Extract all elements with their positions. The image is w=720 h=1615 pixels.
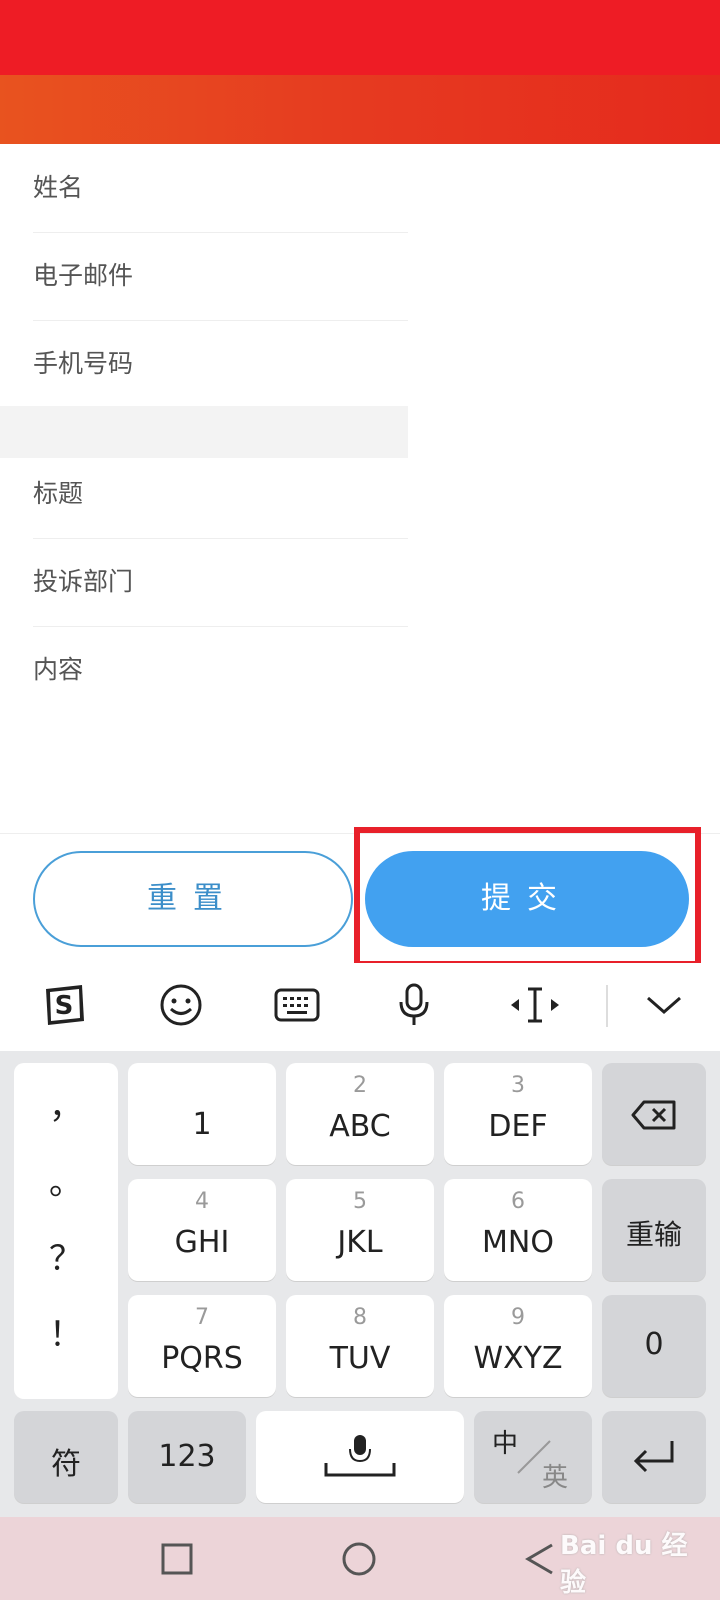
name-field[interactable]: 姓名	[33, 144, 408, 233]
key-number: 3	[511, 1073, 525, 1098]
key-number: 7	[195, 1305, 209, 1330]
key-label: PQRS	[161, 1341, 243, 1376]
retype-key[interactable]: 重输	[602, 1179, 706, 1281]
symbols-key[interactable]: 符	[14, 1411, 118, 1503]
home-icon[interactable]	[340, 1540, 378, 1578]
sogou-logo-icon[interactable]: S	[34, 975, 94, 1035]
space-key[interactable]	[256, 1411, 464, 1503]
key-4-ghi[interactable]: 4 GHI	[128, 1179, 276, 1281]
enter-icon	[633, 1441, 674, 1473]
key-6-mno[interactable]: 6 MNO	[444, 1179, 592, 1281]
key-label: ABC	[329, 1109, 391, 1144]
key-number: 2	[353, 1073, 367, 1098]
content-field[interactable]: 内容	[33, 626, 408, 796]
recent-apps-icon[interactable]	[160, 1542, 194, 1576]
emoji-icon[interactable]	[151, 975, 211, 1035]
status-bar-red	[0, 0, 720, 75]
svg-text:S: S	[55, 991, 74, 1021]
key-8-tuv[interactable]: 8 TUV	[286, 1295, 434, 1397]
key-3-def[interactable]: 3 DEF	[444, 1063, 592, 1165]
watermark-text: Bai du 经验	[560, 1531, 688, 1598]
department-field[interactable]: 投诉部门	[33, 538, 408, 627]
key-2-abc[interactable]: 2 ABC	[286, 1063, 434, 1165]
toolbar-divider	[606, 985, 608, 1027]
key-label: GHI	[174, 1225, 230, 1260]
complaint-form: 姓名 电子邮件 手机号码 标题 投诉部门 内容	[0, 144, 408, 796]
language-switch-key[interactable]: 中 英	[474, 1411, 592, 1503]
reset-button[interactable]: 重置	[33, 851, 353, 947]
microphone-icon[interactable]	[384, 975, 444, 1035]
numbers-key[interactable]: 123	[128, 1411, 246, 1503]
phone-field[interactable]: 手机号码	[33, 320, 408, 409]
key-label: JKL	[337, 1225, 383, 1260]
period-key[interactable]: 。	[14, 1155, 118, 1204]
key-label: WXYZ	[473, 1341, 563, 1376]
key-number: 8	[353, 1305, 367, 1330]
key-label: 0	[644, 1327, 664, 1362]
key-number: 4	[195, 1189, 209, 1214]
key-9-wxyz[interactable]: 9 WXYZ	[444, 1295, 592, 1397]
key-label: 1	[192, 1107, 212, 1142]
key-label: DEF	[488, 1109, 548, 1144]
key-number: 9	[511, 1305, 525, 1330]
header-bar	[0, 75, 720, 144]
key-label: MNO	[482, 1225, 554, 1260]
exclamation-key[interactable]: ！	[14, 1307, 118, 1356]
key-label: 重输	[625, 1218, 682, 1251]
enter-key[interactable]	[602, 1411, 706, 1503]
key-0[interactable]: 0	[602, 1295, 706, 1397]
baidu-watermark: Bai du 经验 jingyan.baidu.com	[560, 1525, 710, 1615]
key-1[interactable]: 1	[128, 1063, 276, 1165]
watermark-sub: jingyan.baidu.com	[560, 1601, 671, 1615]
title-field[interactable]: 标题	[33, 450, 408, 539]
comma-key[interactable]: ，	[14, 1079, 118, 1128]
highlight-box	[354, 827, 701, 967]
back-icon[interactable]	[522, 1541, 558, 1577]
key-7-pqrs[interactable]: 7 PQRS	[128, 1295, 276, 1397]
key-label: 符	[51, 1447, 81, 1482]
section-divider	[0, 406, 408, 458]
backspace-icon	[631, 1100, 676, 1130]
email-field[interactable]: 电子邮件	[33, 232, 408, 321]
space-microphone-icon	[324, 1435, 396, 1477]
chevron-down-icon[interactable]	[634, 975, 694, 1035]
key-number: 5	[353, 1189, 367, 1214]
key-label: 123	[158, 1439, 216, 1474]
key-number: 6	[511, 1189, 525, 1214]
keyboard-toolbar	[0, 963, 720, 1051]
backspace-key[interactable]	[602, 1063, 706, 1165]
keyboard-icon[interactable]	[267, 975, 327, 1035]
punctuation-column[interactable]: ， 。 ？ ！	[14, 1063, 118, 1399]
cursor-move-icon[interactable]	[505, 975, 565, 1035]
key-5-jkl[interactable]: 5 JKL	[286, 1179, 434, 1281]
question-key[interactable]: ？	[14, 1231, 118, 1280]
lang-en-label: 英	[542, 1463, 569, 1493]
key-label: TUV	[329, 1341, 391, 1376]
